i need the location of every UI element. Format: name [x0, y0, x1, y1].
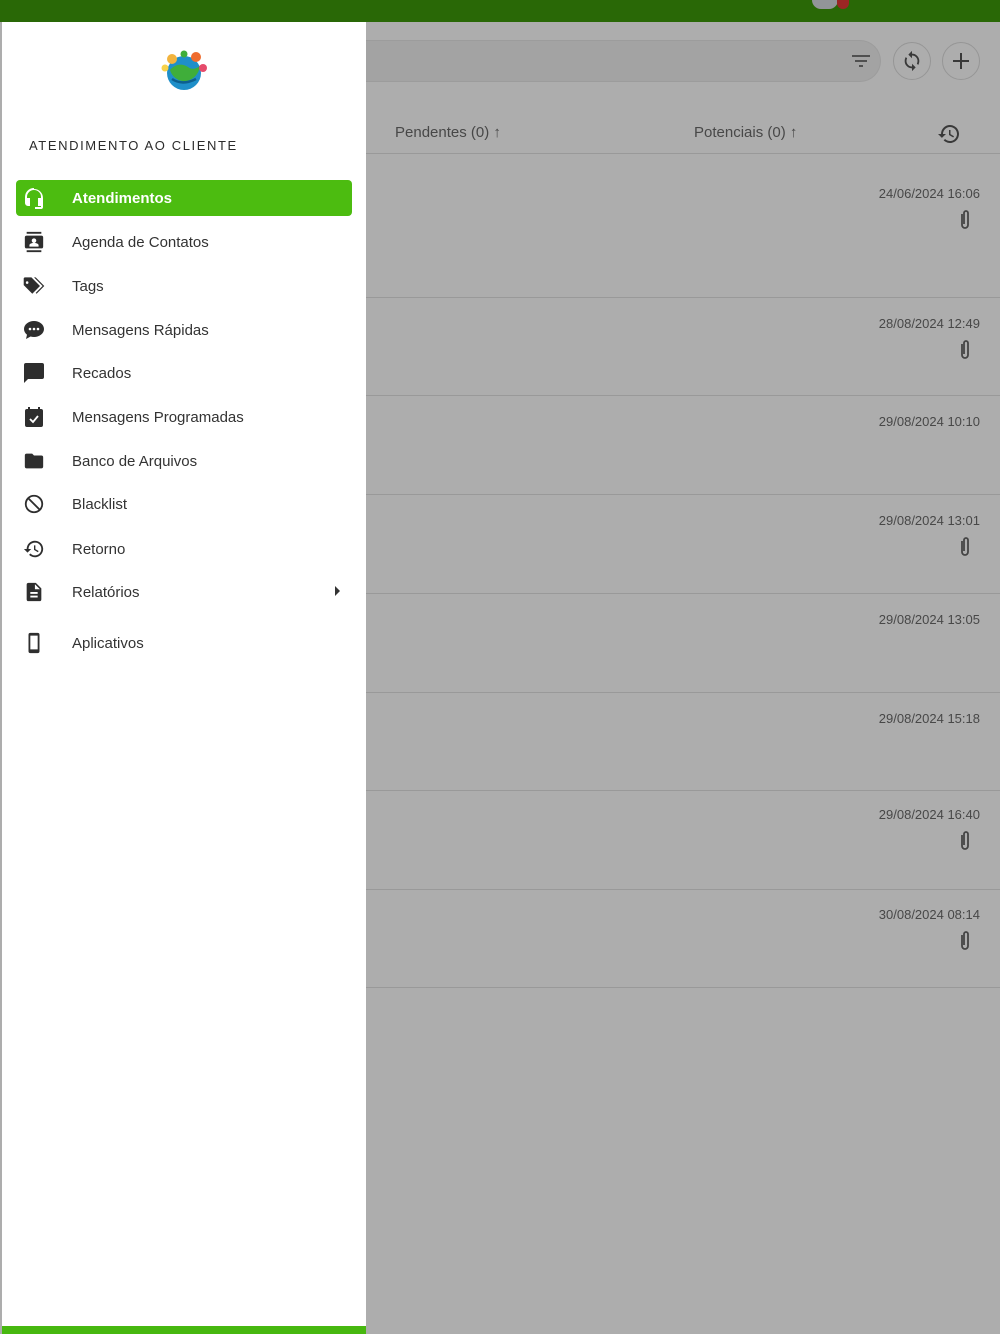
message-icon — [22, 361, 46, 385]
history-icon — [22, 537, 46, 561]
menu-label: Mensagens Rápidas — [72, 321, 209, 339]
chevron-right-icon — [335, 586, 340, 596]
menu-label: Blacklist — [72, 495, 128, 513]
app-logo-icon — [156, 48, 212, 94]
menu-label: Tags — [72, 277, 104, 295]
menu-item-tags[interactable]: Tags — [16, 268, 352, 304]
menu-item-agenda-de-contatos[interactable]: Agenda de Contatos — [16, 224, 352, 260]
menu-item-retorno[interactable]: Retorno — [16, 531, 352, 567]
calendar-check-icon — [22, 405, 46, 429]
drawer-bottom-bar — [2, 1326, 366, 1334]
tags-icon — [22, 274, 46, 298]
menu-label: Aplicativos — [72, 634, 144, 652]
menu-label: Recados — [72, 364, 132, 382]
navigation-drawer: ATENDIMENTO AO CLIENTE Atendimentos Agen… — [2, 22, 366, 1334]
headset-icon — [22, 186, 46, 210]
menu-item-recados[interactable]: Recados — [16, 355, 352, 391]
drawer-section-title: ATENDIMENTO AO CLIENTE — [29, 138, 238, 153]
menu-item-mensagens-programadas[interactable]: Mensagens Programadas — [16, 399, 352, 435]
smartphone-icon — [22, 631, 46, 655]
menu-item-banco-de-arquivos[interactable]: Banco de Arquivos — [16, 443, 352, 479]
contacts-icon — [22, 230, 46, 254]
menu-label: Mensagens Programadas — [72, 408, 244, 426]
block-icon — [22, 492, 46, 516]
menu-label: Agenda de Contatos — [72, 233, 209, 251]
menu-item-aplicativos[interactable]: Aplicativos — [16, 625, 352, 661]
chat-bubbles-icon — [22, 318, 46, 342]
menu-item-mensagens-rapidas[interactable]: Mensagens Rápidas — [16, 312, 352, 348]
document-icon — [22, 580, 46, 604]
menu-label: Retorno — [72, 540, 126, 558]
folder-icon — [22, 449, 46, 473]
menu-label: Relatórios — [72, 583, 140, 601]
menu-item-blacklist[interactable]: Blacklist — [16, 486, 352, 522]
menu-item-relatorios[interactable]: Relatórios — [16, 574, 352, 610]
menu-label: Atendimentos — [72, 189, 173, 207]
menu-label: Banco de Arquivos — [72, 452, 198, 470]
menu-item-atendimentos[interactable]: Atendimentos — [16, 180, 352, 216]
